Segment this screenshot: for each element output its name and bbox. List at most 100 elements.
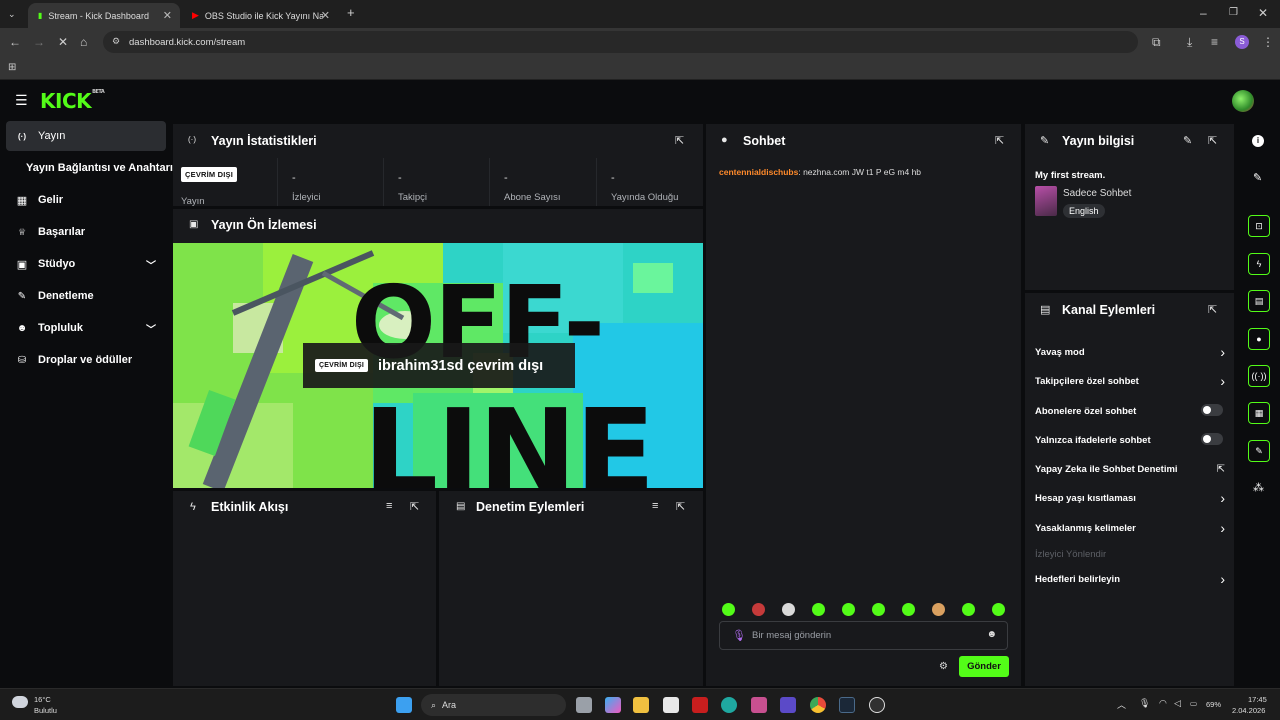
emotes-only-toggle[interactable] [1201,433,1223,445]
edit-layout-icon[interactable]: ✎ [1253,171,1262,184]
back-icon[interactable]: ← [9,36,21,48]
apps-grid-icon[interactable]: ⊞ [8,62,16,74]
emote-icon[interactable] [722,603,735,616]
close-window-icon[interactable]: ✕ [1258,7,1268,19]
sidebar-item-stream[interactable]: (·) Yayın [6,121,166,151]
forward-icon[interactable]: → [33,36,45,48]
emote-icon[interactable] [752,603,765,616]
chat-username[interactable]: centennialdischubs [719,167,798,177]
action-slow-mode[interactable]: Yavaş mod › [1035,344,1225,360]
sidebar-item-revenue[interactable]: ▦ Gelir [6,185,166,215]
restore-icon[interactable]: ❐ [1229,7,1238,19]
edge-icon[interactable] [721,697,737,713]
popout-icon[interactable]: ⇱ [1208,303,1217,316]
subscribers-only-toggle[interactable] [1201,404,1223,416]
stream-preview[interactable]: OFF- LINE ÇEVRİM DIŞI ibrahim31sd çevrim… [173,243,703,488]
microphone-icon[interactable]: 🎙 [732,629,746,642]
copilot-icon[interactable] [605,697,621,713]
chrome-icon[interactable] [810,697,826,713]
download-icon[interactable]: ⤓ [1187,36,1192,48]
sidebar-item-moderation[interactable]: ✎ Denetleme [6,281,166,311]
emote-icon[interactable] [872,603,885,616]
chat-message-input[interactable]: 🎙 Bir mesaj gönderin ☻ [719,621,1008,650]
obs-icon[interactable] [869,697,885,713]
sidebar-item-community[interactable]: ☻ Topluluk ﹀ [6,313,166,343]
rail-stats-button[interactable]: ⊡ [1248,215,1270,237]
info-icon[interactable]: i [1252,135,1264,147]
action-ai-moderation[interactable]: Yapay Zeka ile Sohbet Denetimi ⇱ [1035,464,1225,475]
volume-icon[interactable]: ◁ [1174,698,1181,709]
battery-icon[interactable]: ▭ [1190,699,1197,708]
clock-date[interactable]: 2.04.2026 [1232,706,1265,715]
send-button[interactable]: Gönder [959,656,1009,677]
popout-icon[interactable]: ⇱ [995,134,1004,147]
rail-moderation-button[interactable]: ▤ [1248,290,1270,312]
sidebar-item-drops[interactable]: ⛁ Droplar ve ödüller [6,345,166,375]
popout-icon[interactable]: ⇱ [676,500,685,513]
emote-icon[interactable] [812,603,825,616]
close-tab-icon[interactable]: ✕ [163,9,172,22]
filter-icon[interactable]: ≡ [386,500,392,512]
site-info-icon[interactable]: ⚙ [112,36,120,47]
home-icon[interactable]: ⌂ [80,36,87,48]
add-widget-icon[interactable]: ⁂ [1253,481,1264,494]
rail-chat-button[interactable]: ● [1248,328,1270,350]
tab-obs-guide[interactable]: ▶ OBS Studio ile Kick Yayını Nasıl ✕ [182,3,338,28]
action-set-goals[interactable]: Hedefleri belirleyin › [1035,571,1225,587]
weather-icon[interactable] [12,696,28,708]
task-view-icon[interactable] [576,697,592,713]
tab-kick-dashboard[interactable]: ▮ Stream - Kick Dashboard ✕ [28,3,180,28]
emoji-icon[interactable]: ☻ [986,629,997,640]
chat-message[interactable]: centennialdischubs: nezhna.com JW t1 P e… [719,167,921,177]
wifi-icon[interactable]: ◠ [1159,698,1167,709]
close-tab-icon[interactable]: ✕ [321,9,330,22]
hamburger-menu-icon[interactable]: ☰ [15,92,28,109]
rail-activity-button[interactable]: ϟ [1248,253,1270,275]
sidebar-item-achievements[interactable]: ♕ Başarılar [6,217,166,247]
steam-icon[interactable] [839,697,855,713]
emote-icon[interactable] [782,603,795,616]
emote-icon[interactable] [992,603,1005,616]
sidebar-item-studio[interactable]: ▣ Stüdyo ﹀ [6,249,166,279]
action-followers-only[interactable]: Takipçilere özel sohbet › [1035,373,1225,389]
windows-start-icon[interactable] [396,697,412,713]
emote-icon[interactable] [962,603,975,616]
mcafee-icon[interactable] [692,697,708,713]
popout-icon[interactable]: ⇱ [410,500,419,513]
emote-icon[interactable] [902,603,915,616]
user-avatar[interactable] [1232,90,1254,112]
clock-time[interactable]: 17:45 [1248,695,1267,704]
category-name[interactable]: Sadece Sohbet [1063,188,1131,199]
popout-icon[interactable]: ⇱ [675,134,684,147]
tab-list-icon[interactable]: ⌄ [8,8,16,20]
popout-icon[interactable]: ⇱ [1208,134,1217,147]
rail-actions-button[interactable]: ▦ [1248,402,1270,424]
kick-logo[interactable]: KICKBETA [40,89,105,113]
emote-icon[interactable] [932,603,945,616]
filter-icon[interactable]: ≡ [652,500,658,512]
tray-chevron-icon[interactable]: ︿ [1117,698,1126,711]
app-icon[interactable] [751,697,767,713]
edit-icon[interactable]: ✎ [1183,134,1192,147]
action-banned-words[interactable]: Yasaklanmış kelimeler › [1035,520,1225,536]
stop-loading-icon[interactable]: ✕ [58,36,68,48]
file-explorer-icon[interactable] [633,697,649,713]
sidebar-item-stream-key[interactable]: Yayın Bağlantısı ve Anahtarı [6,153,173,183]
reading-list-icon[interactable]: ≡ [1211,36,1218,48]
emote-icon[interactable] [842,603,855,616]
chat-settings-icon[interactable]: ⚙ [939,661,948,672]
menu-icon[interactable]: ⋮ [1262,36,1274,48]
store-icon[interactable] [663,697,679,713]
address-bar[interactable]: ⚙ dashboard.kick.com/stream [103,31,1138,53]
rail-broadcast-button[interactable]: ((·)) [1248,365,1270,387]
new-tab-button[interactable]: + [347,6,355,19]
action-account-age[interactable]: Hesap yaşı kısıtlaması › [1035,490,1225,506]
extensions-icon[interactable]: ⧉ [1152,36,1161,48]
windows-taskbar: 16°C Bulutlu ⌕ Ara ︿ 🎙 ◠ ◁ ▭ 69% 17:45 2… [0,688,1280,720]
rail-info-button[interactable]: ✎ [1248,440,1270,462]
profile-avatar[interactable]: S [1235,35,1249,49]
microphone-tray-icon[interactable]: 🎙 [1139,698,1150,709]
minimize-icon[interactable]: – [1200,7,1207,19]
proton-vpn-icon[interactable] [780,697,796,713]
taskbar-search[interactable]: ⌕ Ara [421,694,566,716]
